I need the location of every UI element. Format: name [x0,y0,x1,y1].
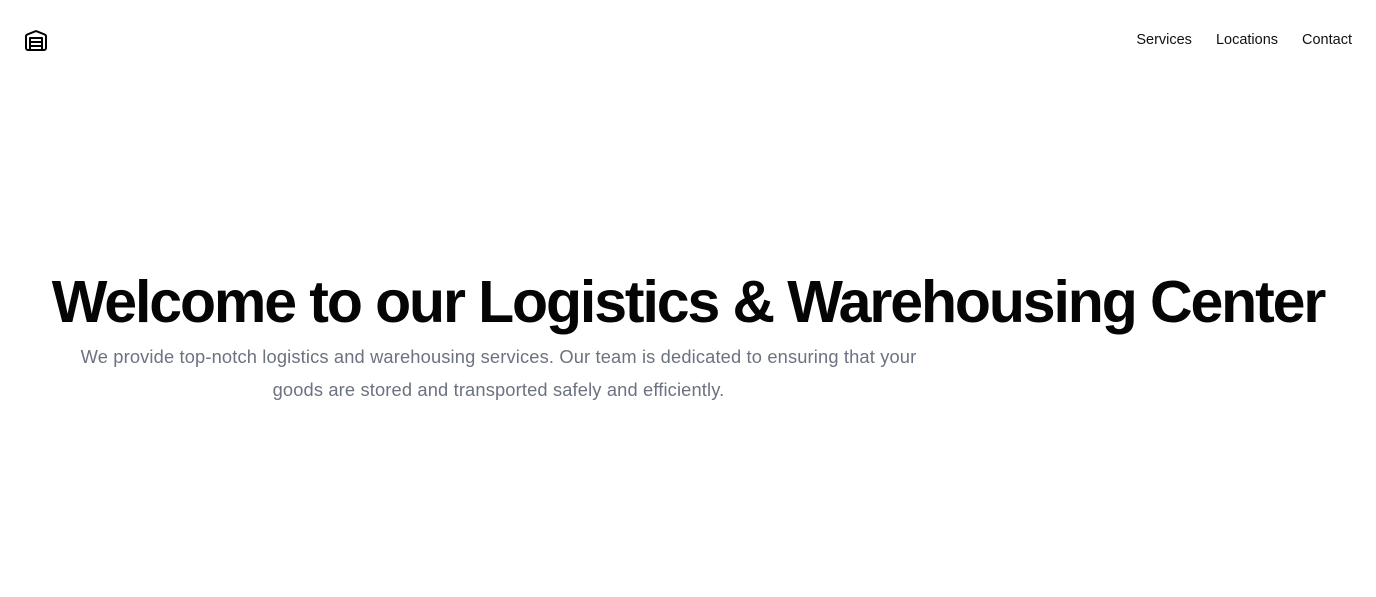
nav-link-services[interactable]: Services [1136,30,1192,50]
warehouse-icon [24,28,48,52]
site-header: Services Locations Contact [0,0,1376,80]
hero-section: Welcome to our Logistics & Warehousing C… [0,258,1376,400]
main-nav: Services Locations Contact [1136,30,1352,50]
nav-link-locations[interactable]: Locations [1216,30,1278,50]
hero-description: We provide top-notch logistics and wareh… [80,346,917,400]
home-logo-link[interactable] [24,28,48,52]
page: Services Locations Contact Welcome to ou… [0,0,1376,597]
hero-title: Welcome to our Logistics & Warehousing C… [51,269,1327,335]
nav-link-contact[interactable]: Contact [1302,30,1352,50]
